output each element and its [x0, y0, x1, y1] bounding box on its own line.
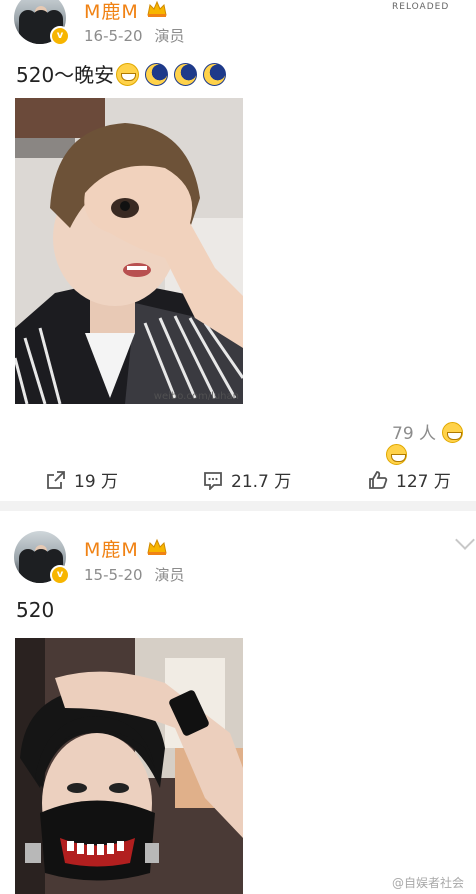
post-meta: 15-5-20 演员	[84, 564, 197, 585]
like-count: 127 万	[396, 472, 451, 492]
post-date: 15-5-20	[84, 566, 143, 584]
grin-emoji-icon	[442, 422, 464, 443]
post-meta: 16-5-20 演员	[84, 25, 197, 46]
author-name[interactable]: M鹿M	[84, 535, 139, 562]
comment-button[interactable]: 21.7 万	[203, 467, 291, 492]
grin-emoji-icon	[116, 63, 140, 86]
post-text: 520～晚安	[16, 59, 227, 88]
comment-icon	[204, 471, 222, 490]
post-1: v M鹿M 16-5-20 演员 520～晚安 weibo.com/luhan …	[0, 0, 476, 500]
photo-illustration	[15, 638, 243, 894]
moon-emoji-icon	[203, 63, 227, 86]
post-divider	[0, 501, 476, 511]
author-name[interactable]: M鹿M	[84, 0, 139, 24]
laugh-emoji-icon	[386, 444, 407, 465]
likes-count: 79 人	[392, 424, 437, 444]
bottom-watermark: @自娱者社会	[392, 876, 465, 890]
moon-emoji-icon	[145, 63, 169, 86]
post-2: v M鹿M 15-5-20 演员 520 @自娱者社会	[0, 511, 476, 894]
crown-icon	[147, 0, 167, 17]
repost-count: 19 万	[74, 472, 119, 492]
author-tag: 演员	[154, 566, 185, 584]
like-icon	[369, 470, 388, 489]
like-button[interactable]: 127 万	[368, 467, 451, 492]
post-text: 520	[16, 598, 55, 622]
likes-summary[interactable]: 79 人	[386, 419, 476, 466]
photo-watermark: weibo.com/luhan	[153, 391, 239, 402]
photo-illustration	[15, 98, 243, 404]
repost-icon	[47, 470, 65, 489]
moon-emoji-icon	[174, 63, 198, 86]
post-text-content: 520～晚安	[16, 63, 115, 87]
repost-button[interactable]: 19 万	[46, 467, 118, 492]
post-photo[interactable]: @自娱者社会	[15, 638, 243, 894]
verified-badge-icon: v	[50, 26, 70, 46]
author-tag: 演员	[154, 27, 185, 45]
crown-icon	[147, 538, 167, 555]
post-date: 16-5-20	[84, 27, 143, 45]
post-photo[interactable]: weibo.com/luhan	[15, 98, 243, 404]
verified-badge-icon: v	[50, 565, 70, 585]
chevron-down-icon[interactable]	[455, 530, 475, 550]
comment-count: 21.7 万	[231, 472, 292, 492]
